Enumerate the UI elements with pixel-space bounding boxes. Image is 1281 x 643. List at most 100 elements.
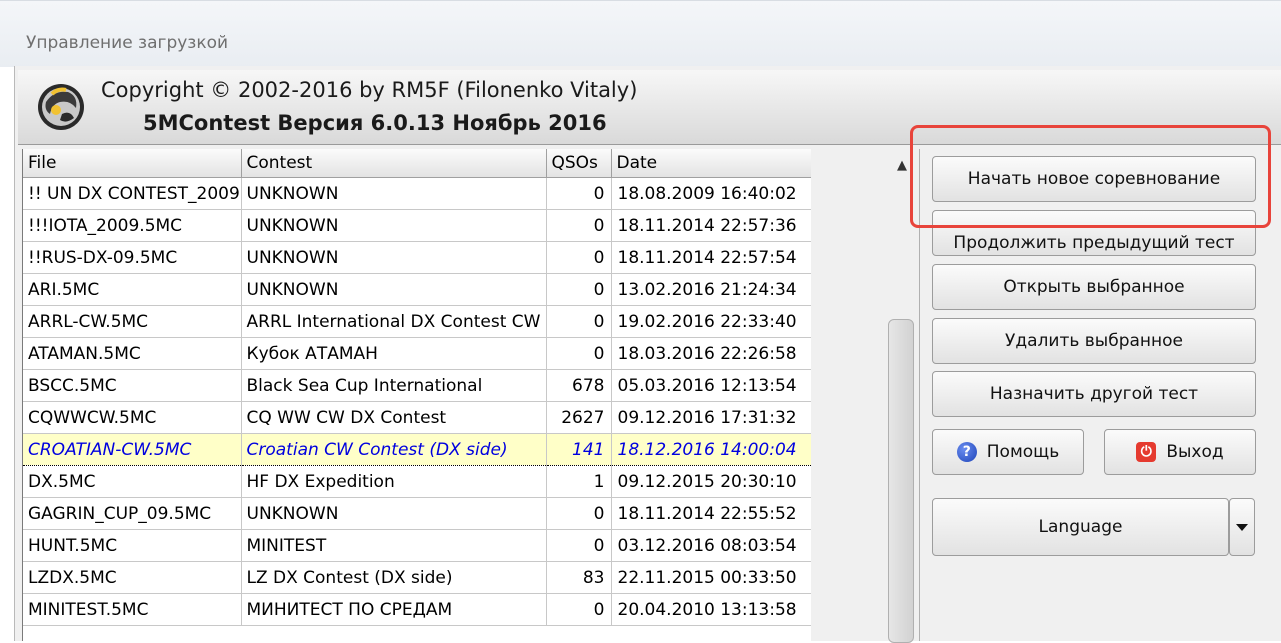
assign-other-test-label: Назначить другой тест	[989, 384, 1199, 404]
cell-file: CQWWCW.5MC	[23, 401, 242, 434]
cell-date: 03.12.2016 08:03:54	[611, 529, 811, 562]
delete-selected-button[interactable]: Удалить выбранное	[932, 318, 1256, 364]
cell-contest: Black Sea Cup International	[241, 369, 547, 402]
delete-selected-label: Удалить выбранное	[1005, 331, 1183, 351]
cell-qsos: 141	[546, 433, 612, 466]
cell-qsos: 0	[546, 305, 612, 338]
table-row[interactable]: CQWWCW.5MC CQ WW CW DX Contest 2627 09.12.2…	[23, 401, 811, 434]
cell-qsos: 0	[546, 337, 612, 370]
table-row[interactable]: LZDX.5MC LZ DX Contest (DX side) 83 22.11.2…	[23, 561, 811, 594]
cell-contest: UNKNOWN	[241, 273, 547, 306]
table-row[interactable]: GAGRIN_CUP_09.5MC UNKNOWN 0 18.11.2014 22:5…	[23, 497, 811, 530]
cell-qsos: 0	[546, 241, 612, 274]
cell-date: 13.02.2016 21:24:34	[611, 273, 811, 306]
cell-contest: UNKNOWN	[241, 177, 547, 210]
cell-date: 22.11.2015 00:33:50	[611, 561, 811, 594]
table-row[interactable]: ARI.5MC UNKNOWN 0 13.02.2016 21:24:34	[23, 273, 811, 306]
language-dropdown-button[interactable]	[1229, 498, 1255, 556]
cell-contest: CQ WW CW DX Contest	[241, 401, 547, 434]
table-row[interactable]: !! UN DX CONTEST_2009 UNKNOWN 0 18.08.2009 …	[23, 177, 811, 210]
cell-qsos: 1	[546, 465, 612, 498]
assign-other-test-button[interactable]: Назначить другой тест	[932, 371, 1256, 417]
cell-contest: Croatian CW Contest (DX side)	[241, 433, 547, 466]
cell-file: BSCC.5MC	[23, 369, 242, 402]
continue-test-label: Продолжить предыдущий тест	[953, 233, 1235, 253]
cell-file: !!!IOTA_2009.5MC	[23, 209, 242, 242]
question-circle-icon: ?	[956, 442, 977, 462]
cell-date: 18.11.2014 22:55:52	[611, 497, 811, 530]
cell-date: 19.02.2016 22:33:40	[611, 305, 811, 338]
chevron-down-icon	[1236, 523, 1248, 531]
table-row[interactable]: HUNT.5MC MINITEST 0 03.12.2016 08:03:54	[23, 529, 811, 562]
cell-qsos: 2627	[546, 401, 612, 434]
cell-date: 20.04.2010 13:13:58	[611, 593, 811, 626]
cell-file: !! UN DX CONTEST_2009	[23, 177, 242, 210]
help-label: Помощь	[986, 442, 1060, 462]
column-header-qsos[interactable]: QSOs	[546, 149, 612, 178]
table-row[interactable]: !!!IOTA_2009.5MC UNKNOWN 0 18.11.2014 22:57…	[23, 209, 811, 242]
table-row[interactable]: BSCC.5MC Black Sea Cup International 678 05…	[23, 369, 811, 402]
cell-qsos: 678	[546, 369, 612, 402]
cell-qsos: 0	[546, 497, 612, 530]
scroll-thumb[interactable]	[888, 319, 914, 643]
cell-date: 18.03.2016 22:26:58	[611, 337, 811, 370]
cell-contest: ARRL International DX Contest CW	[241, 305, 547, 338]
open-selected-label: Открыть выбранное	[1003, 277, 1185, 297]
cell-qsos: 0	[546, 177, 612, 210]
cell-contest: UNKNOWN	[241, 497, 547, 530]
version-text: 5MContest Версия 6.0.13 Ноябрь 2016	[143, 111, 607, 135]
file-table: File Contest QSOs Date !! UN DX CONTEST_…	[23, 149, 811, 626]
cell-file: ARRL-CW.5MC	[23, 305, 242, 338]
cell-file: ATAMAN.5MC	[23, 337, 242, 370]
table-row[interactable]: CROATIAN-CW.5MC Croatian CW Contest (DX s…	[23, 433, 811, 466]
cell-file: HUNT.5MC	[23, 529, 242, 562]
cell-file: GAGRIN_CUP_09.5MC	[23, 497, 242, 530]
cell-file: DX.5MC	[23, 465, 242, 498]
table-row[interactable]: !!RUS-DX-09.5MC UNKNOWN 0 18.11.2014 22:57:…	[23, 241, 811, 274]
column-header-date[interactable]: Date	[611, 149, 811, 178]
cell-file: CROATIAN-CW.5MC	[23, 433, 242, 466]
cell-contest: MINITEST	[241, 529, 547, 562]
cell-file: !!RUS-DX-09.5MC	[23, 241, 242, 274]
table-row[interactable]: ARRL-CW.5MC ARRL International DX Contest…	[23, 305, 811, 338]
language-button[interactable]: Language	[932, 498, 1229, 556]
open-selected-button[interactable]: Открыть выбранное	[932, 264, 1256, 310]
exit-label: Выход	[1166, 442, 1224, 462]
cell-contest: LZ DX Contest (DX side)	[241, 561, 547, 594]
table-row[interactable]: MINITEST.5MC МИНИТЕСТ ПО СРЕДАМ 0 20.04.201…	[23, 593, 811, 626]
cell-date: 05.03.2016 12:13:54	[611, 369, 811, 402]
cell-qsos: 0	[546, 529, 612, 562]
cell-date: 18.08.2009 16:40:02	[611, 177, 811, 210]
cell-qsos: 83	[546, 561, 612, 594]
copyright-text: Copyright © 2002-2016 by RM5F (Filonenko…	[101, 78, 638, 102]
cell-date: 09.12.2015 20:30:10	[611, 465, 811, 498]
cell-qsos: 0	[546, 593, 612, 626]
language-label: Language	[1038, 517, 1123, 537]
power-icon: ⏻	[1136, 442, 1157, 462]
app-logo-icon	[38, 84, 84, 130]
highlight-box	[910, 125, 1271, 228]
cell-file: LZDX.5MC	[23, 561, 242, 594]
window-title: Управление загрузкой	[26, 33, 229, 53]
cell-date: 18.11.2014 22:57:36	[611, 209, 811, 242]
table-header-row: File Contest QSOs Date	[23, 149, 811, 178]
table-row[interactable]: ATAMAN.5MC Кубок АТАМАН 0 18.03.2016 22:26:…	[23, 337, 811, 370]
cell-file: ARI.5MC	[23, 273, 242, 306]
cell-contest: UNKNOWN	[241, 209, 547, 242]
file-grid[interactable]: File Contest QSOs Date !! UN DX CONTEST_…	[22, 149, 811, 641]
window-titlebar: Управление загрузкой	[0, 0, 1281, 67]
exit-button[interactable]: ⏻ Выход	[1104, 429, 1256, 475]
cell-date: 09.12.2016 17:31:32	[611, 401, 811, 434]
cell-date: 18.12.2016 14:00:04	[611, 433, 811, 466]
cell-contest: Кубок АТАМАН	[241, 337, 547, 370]
cell-contest: МИНИТЕСТ ПО СРЕДАМ	[241, 593, 547, 626]
cell-contest: UNKNOWN	[241, 241, 547, 274]
column-header-contest[interactable]: Contest	[241, 149, 547, 178]
cell-file: MINITEST.5MC	[23, 593, 242, 626]
help-button[interactable]: ? Помощь	[932, 429, 1084, 475]
cell-date: 18.11.2014 22:57:54	[611, 241, 811, 274]
table-row[interactable]: DX.5MC HF DX Expedition 1 09.12.2015 20:30:…	[23, 465, 811, 498]
column-header-file[interactable]: File	[23, 149, 242, 178]
cell-contest: HF DX Expedition	[241, 465, 547, 498]
cell-qsos: 0	[546, 273, 612, 306]
